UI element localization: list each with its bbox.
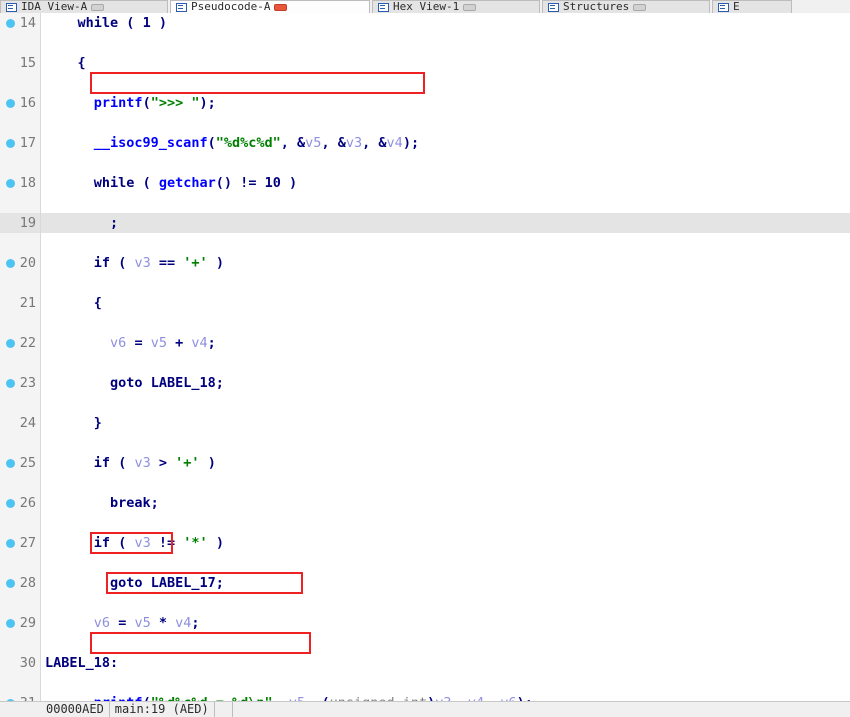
line-number: 22 bbox=[19, 335, 36, 351]
tab-e[interactable]: E bbox=[712, 0, 792, 13]
line-number: 21 bbox=[19, 295, 36, 311]
tab-label: Hex View-1 bbox=[393, 0, 460, 13]
line-number: 29 bbox=[19, 615, 36, 631]
tab-label: E bbox=[733, 0, 740, 13]
code-text[interactable]: v6 = v5 + v4; bbox=[41, 333, 850, 353]
close-icon[interactable] bbox=[463, 3, 477, 11]
code-text[interactable]: if ( v3 != '*' ) bbox=[41, 533, 850, 553]
tab-label: Structures bbox=[563, 0, 630, 13]
tab-label: Pseudocode-A bbox=[191, 0, 271, 13]
close-icon[interactable] bbox=[274, 3, 288, 11]
code-line-22[interactable]: 22 v6 = v5 + v4; bbox=[0, 333, 850, 353]
line-number: 25 bbox=[19, 455, 36, 471]
code-line-28[interactable]: 28 goto LABEL_17; bbox=[0, 573, 850, 593]
code-line-19[interactable]: 19 ; bbox=[0, 213, 850, 233]
code-line-24[interactable]: 24 } bbox=[0, 413, 850, 433]
code-line-14[interactable]: 14 while ( 1 ) bbox=[0, 13, 850, 33]
window-icon bbox=[176, 2, 187, 12]
code-rows: 14 while ( 1 ) 15 {16 printf(">>> "); 17 _… bbox=[0, 13, 850, 701]
status-address: 00000AED bbox=[41, 702, 110, 717]
code-line-25[interactable]: 25 if ( v3 > '+' ) bbox=[0, 453, 850, 473]
code-text[interactable]: ; bbox=[41, 213, 850, 233]
line-number: 19 bbox=[0, 213, 40, 233]
code-line-15[interactable]: 15 { bbox=[0, 53, 850, 73]
status-bar: 00000AED main:19 (AED) bbox=[0, 701, 850, 717]
window-icon bbox=[718, 2, 729, 12]
line-number: 18 bbox=[19, 175, 36, 191]
code-line-26[interactable]: 26 break; bbox=[0, 493, 850, 513]
window-icon bbox=[378, 2, 389, 12]
code-text[interactable]: } bbox=[41, 413, 850, 433]
line-number: 30 bbox=[19, 655, 36, 671]
line-number: 24 bbox=[19, 415, 36, 431]
code-text[interactable]: printf("%d%c%d = %d\n", v5, (unsigned in… bbox=[41, 693, 850, 701]
code-line-16[interactable]: 16 printf(">>> "); bbox=[0, 93, 850, 113]
code-text[interactable]: while ( getchar() != 10 ) bbox=[41, 173, 850, 193]
ida-pseudocode-window: IDA View-A Pseudocode-A Hex View-1 Structur… bbox=[0, 0, 850, 717]
tab-pseudocode-a[interactable]: Pseudocode-A bbox=[170, 0, 370, 13]
line-number: 31 bbox=[0, 693, 40, 701]
code-line-30[interactable]: 30 LABEL_18: bbox=[0, 653, 850, 673]
line-number: 20 bbox=[19, 255, 36, 271]
line-number: 27 bbox=[19, 535, 36, 551]
code-text[interactable]: printf(">>> "); bbox=[41, 93, 850, 113]
code-text[interactable]: if ( v3 == '+' ) bbox=[41, 253, 850, 273]
line-number: 17 bbox=[19, 135, 36, 151]
tab-structures[interactable]: Structures bbox=[542, 0, 710, 13]
pseudocode-editor[interactable]: 14 while ( 1 ) 15 {16 printf(">>> "); 17 _… bbox=[0, 13, 850, 701]
close-icon[interactable] bbox=[91, 3, 105, 11]
window-icon bbox=[548, 2, 559, 12]
line-number: 28 bbox=[19, 575, 36, 591]
tab-hex-view-1[interactable]: Hex View-1 bbox=[372, 0, 540, 13]
line-number: 14 bbox=[19, 15, 36, 31]
code-text[interactable]: { bbox=[41, 53, 850, 73]
code-line-27[interactable]: 27 if ( v3 != '*' ) bbox=[0, 533, 850, 553]
code-text[interactable]: break; bbox=[41, 493, 850, 513]
code-line-31[interactable]: 31 printf("%d%c%d = %d\n", v5, (unsigned… bbox=[0, 693, 850, 701]
code-text[interactable]: __isoc99_scanf("%d%c%d", &v5, &v3, &v4); bbox=[41, 133, 850, 153]
code-line-17[interactable]: 17 __isoc99_scanf("%d%c%d", &v5, &v3, &v… bbox=[0, 133, 850, 153]
code-text[interactable]: { bbox=[41, 293, 850, 313]
close-icon[interactable] bbox=[633, 3, 647, 11]
status-extra-1 bbox=[215, 702, 233, 717]
code-text[interactable]: LABEL_18: bbox=[41, 653, 850, 673]
tab-label: IDA View-A bbox=[21, 0, 88, 13]
code-text[interactable]: goto LABEL_18; bbox=[41, 373, 850, 393]
code-text[interactable]: goto LABEL_17; bbox=[41, 573, 850, 593]
line-number: 23 bbox=[19, 375, 36, 391]
code-line-20[interactable]: 20 if ( v3 == '+' ) bbox=[0, 253, 850, 273]
line-number: 15 bbox=[19, 55, 36, 71]
view-tab-bar: IDA View-A Pseudocode-A Hex View-1 Structur… bbox=[0, 0, 850, 14]
line-number: 16 bbox=[19, 95, 36, 111]
status-location: main:19 (AED) bbox=[110, 702, 215, 717]
code-line-21[interactable]: 21 { bbox=[0, 293, 850, 313]
window-icon bbox=[6, 2, 17, 12]
code-text[interactable]: while ( 1 ) bbox=[41, 13, 850, 33]
code-line-18[interactable]: 18 while ( getchar() != 10 ) bbox=[0, 173, 850, 193]
code-text[interactable]: v6 = v5 * v4; bbox=[41, 613, 850, 633]
tab-ida-view-a[interactable]: IDA View-A bbox=[0, 0, 168, 13]
code-line-23[interactable]: 23 goto LABEL_18; bbox=[0, 373, 850, 393]
code-text[interactable]: if ( v3 > '+' ) bbox=[41, 453, 850, 473]
code-line-29[interactable]: 29 v6 = v5 * v4; bbox=[0, 613, 850, 633]
line-number: 26 bbox=[19, 495, 36, 511]
